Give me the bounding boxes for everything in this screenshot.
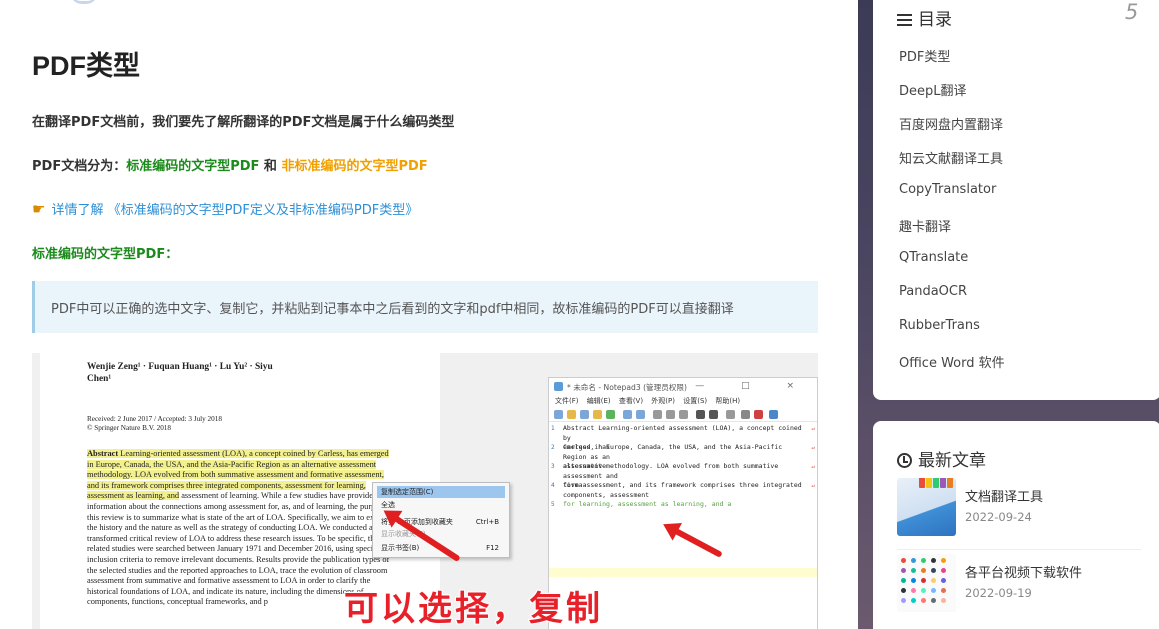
cut-icon[interactable] xyxy=(653,410,662,419)
pointing-hand-icon: ☛ xyxy=(32,200,46,218)
folder-icon[interactable] xyxy=(593,410,602,419)
toc-heading-label: 目录 xyxy=(918,10,952,30)
toc-item-deepl[interactable]: DeepL翻译 xyxy=(899,80,967,99)
paper-received: Received: 2 June 2017 / Accepted: 3 July… xyxy=(87,415,222,433)
post-thumbnail[interactable] xyxy=(897,478,956,536)
standard-pdf-subheading: 标准编码的文字型PDF： xyxy=(32,247,179,262)
line-text: for learning, assessment as learning, an… xyxy=(563,500,732,508)
ctx-item-shortcut: Ctrl+B xyxy=(475,518,499,526)
toc-item-rubbertrans[interactable]: RubberTrans xyxy=(899,318,980,333)
intro-paragraph: 在翻译PDF文档前，我们要先了解所翻译的PDF文档是属于什么编码类型 xyxy=(32,115,455,130)
toc-item-copytranslator[interactable]: CopyTranslator xyxy=(899,182,996,197)
toc-item-baidu[interactable]: 百度网盘内置翻译 xyxy=(899,114,1003,133)
notepad-app-icon xyxy=(554,382,563,391)
toc-heading: 目录 xyxy=(897,5,952,30)
open-folder-icon[interactable] xyxy=(567,410,576,419)
replace-icon[interactable] xyxy=(709,410,718,419)
current-line-highlight xyxy=(549,568,817,577)
notepad-menubar[interactable]: 文件(F) 编辑(E) 查看(V) 外观(P) 设置(S) 帮助(H) xyxy=(549,396,817,408)
post-thumbnail[interactable] xyxy=(897,554,956,612)
ctx-item-label: 显示书签(B) xyxy=(381,544,420,552)
toc-item-office-word[interactable]: Office Word 软件 xyxy=(899,352,1005,371)
window-controls[interactable]: — □ × xyxy=(695,381,811,391)
page-title: PDF类型 xyxy=(32,51,140,81)
line-number: 2 xyxy=(551,444,555,451)
recent-posts-card: 最新文章 文档翻译工具 2022-09-24 各平台视频下载软件 2022-09… xyxy=(873,421,1159,629)
list-icon xyxy=(897,14,912,26)
line-number: 5 xyxy=(551,501,555,508)
toc-item-qtranslate[interactable]: QTranslate xyxy=(899,250,968,265)
wrap-marker-icon: ↵ xyxy=(811,463,815,470)
ctx-item-show-favorites[interactable]: 显示收藏夹(F) xyxy=(377,528,505,540)
paper-copyright: © Springer Nature B.V. 2018 xyxy=(87,424,171,432)
detail-link-row[interactable]: ☛ 详情了解 《标准编码的文字型PDF定义及非标准编码PDF类型》 xyxy=(32,199,418,218)
type-nonstandard-text: 非标准编码的文字型PDF xyxy=(281,159,428,174)
refresh-icon[interactable] xyxy=(606,410,615,419)
wrap-marker-icon: ↵ xyxy=(811,425,815,432)
ctx-item-copy[interactable]: 复制选定范围(C) xyxy=(377,486,505,498)
paper-authors: Wenjie Zeng¹ · Fuquan Huang¹ · Lu Yu² · … xyxy=(87,362,273,384)
toc-item-quka[interactable]: 趣卡翻译 xyxy=(899,216,951,235)
wrap-marker-icon: ↵ xyxy=(811,482,815,489)
quote-block: PDF中可以正确的选中文字、复制它，并粘贴到记事本中之后看到的文字和pdf中相同… xyxy=(32,281,818,333)
view-icon[interactable] xyxy=(769,410,778,419)
toc-item-pdf-type[interactable]: PDF类型 xyxy=(899,46,950,65)
ctx-item-shortcut: F12 xyxy=(486,544,499,552)
line-text: tive assessment, and its framework compr… xyxy=(563,481,802,499)
article-screenshot: Wenjie Zeng¹ · Fuquan Huang¹ · Lu Yu² · … xyxy=(32,353,818,629)
paste-icon[interactable] xyxy=(679,410,688,419)
undo-icon[interactable] xyxy=(623,410,632,419)
article-main: PDF类型 在翻译PDF文档前，我们要先了解所翻译的PDF文档是属于什么编码类型… xyxy=(0,0,858,629)
notepad-toolbar xyxy=(549,408,817,422)
screenshot-caption: 可以选择，复制 xyxy=(343,588,603,629)
line-number: 1 xyxy=(551,425,555,432)
type-standard-text: 标准编码的文字型PDF xyxy=(126,159,260,174)
copy-icon[interactable] xyxy=(666,410,675,419)
line-number: 4 xyxy=(551,482,555,489)
toc-card: 目录 5 PDF类型 DeepL翻译 百度网盘内置翻译 知云文献翻译工具 Cop… xyxy=(873,0,1159,400)
history-icon xyxy=(897,453,912,468)
types-and: 和 xyxy=(259,159,282,174)
toc-count: 5 xyxy=(1125,0,1139,24)
save-icon[interactable] xyxy=(580,410,589,419)
line-number: 3 xyxy=(551,463,555,470)
zoom-icon[interactable] xyxy=(741,410,750,419)
pin-icon[interactable] xyxy=(754,410,763,419)
find-icon[interactable] xyxy=(696,410,705,419)
post-date: 2022-09-19 xyxy=(965,586,1032,600)
notepad-titlebar: * 未命名 - Notepad3 (管理员权限) — □ × xyxy=(549,378,817,396)
notepad-title: * 未命名 - Notepad3 (管理员权限) xyxy=(567,383,687,392)
toc-item-zhiyun[interactable]: 知云文献翻译工具 xyxy=(899,148,1003,167)
ctx-item-label: 复制选定范围(C) xyxy=(381,488,434,496)
recent-heading-label: 最新文章 xyxy=(918,451,986,471)
post-date: 2022-09-24 xyxy=(965,510,1032,524)
recent-heading: 最新文章 xyxy=(897,446,986,471)
wrap-icon[interactable] xyxy=(726,410,735,419)
types-paragraph: PDF文档分为：标准编码的文字型PDF 和 非标准编码的文字型PDF xyxy=(32,155,428,174)
recent-post[interactable]: 各平台视频下载软件 2022-09-19 xyxy=(897,549,1141,612)
header-decoration xyxy=(70,0,98,4)
types-prefix: PDF文档分为： xyxy=(32,159,127,174)
redo-icon[interactable] xyxy=(636,410,645,419)
recent-post[interactable]: 文档翻译工具 2022-09-24 xyxy=(897,478,1141,538)
wrap-marker-icon: ↵ xyxy=(811,444,815,451)
abstract-label: Abstract xyxy=(87,449,119,458)
post-title[interactable]: 文档翻译工具 xyxy=(965,486,1043,505)
detail-link[interactable]: 详情了解 《标准编码的文字型PDF定义及非标准编码PDF类型》 xyxy=(51,203,418,218)
post-title[interactable]: 各平台视频下载软件 xyxy=(965,562,1082,581)
paper-received-date: Received: 2 June 2017 / Accepted: 3 July… xyxy=(87,415,222,423)
new-file-icon[interactable] xyxy=(554,410,563,419)
toc-item-pandaocr[interactable]: PandaOCR xyxy=(899,284,967,299)
